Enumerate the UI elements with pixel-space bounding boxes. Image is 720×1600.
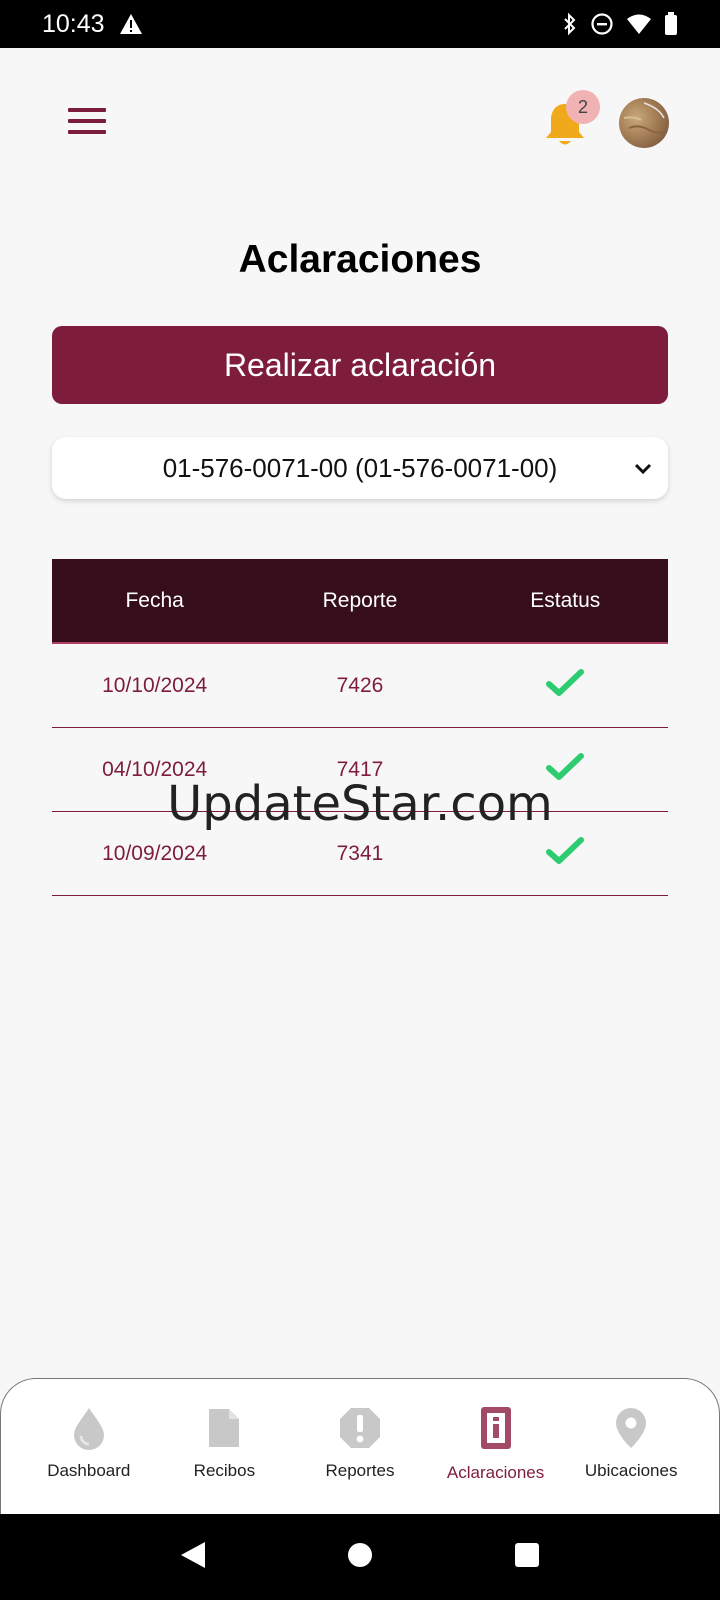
nav-label: Ubicaciones	[584, 1461, 678, 1480]
home-button[interactable]	[346, 1541, 374, 1574]
row-report: 7426	[336, 673, 384, 697]
nav-label: Aclaraciones	[446, 1463, 545, 1482]
battery-icon	[665, 12, 677, 35]
system-navigation-bar	[0, 1514, 720, 1600]
clarifications-table: Fecha Reporte Estatus 10/10/2024 7426 04…	[52, 559, 668, 896]
nav-label: Dashboard	[47, 1461, 131, 1480]
nav-label: Reportes	[325, 1461, 395, 1480]
recents-button[interactable]	[513, 1541, 541, 1574]
column-header-fecha: Fecha	[125, 588, 184, 612]
clock: 10:43	[42, 9, 105, 38]
home-icon	[347, 1542, 372, 1567]
nav-item-aclaraciones[interactable]: Aclaraciones	[433, 1379, 559, 1514]
account-select[interactable]: 01-576-0071-00 (01-576-0071-00)	[52, 437, 668, 499]
nav-item-dashboard[interactable]: Dashboard	[26, 1379, 152, 1514]
watermark-text: UpdateStar.com	[167, 776, 553, 832]
row-status	[463, 668, 668, 704]
column-header-reporte: Reporte	[322, 588, 398, 612]
table-header: Fecha Reporte Estatus	[52, 559, 668, 644]
status-bar: 10:43	[0, 0, 720, 48]
warning-icon	[119, 14, 142, 34]
account-select-value: 01-576-0071-00 (01-576-0071-00)	[162, 452, 558, 483]
table-row[interactable]: 10/10/2024 7426	[52, 644, 668, 728]
status-icons	[562, 12, 678, 36]
location-pin-icon	[614, 1405, 648, 1451]
status-left: 10:43	[42, 10, 143, 39]
drop-icon	[71, 1405, 107, 1451]
bottom-navigation: Dashboard Recibos Reportes Aclaraciones …	[0, 1378, 720, 1514]
column-header-estatus: Estatus	[530, 588, 601, 612]
create-clarification-button[interactable]: Realizar aclaración	[52, 326, 668, 404]
back-button[interactable]	[179, 1540, 207, 1575]
nav-label: Recibos	[193, 1461, 256, 1480]
wifi-icon	[627, 14, 651, 34]
menu-icon-line	[68, 130, 106, 134]
avatar-image	[623, 102, 666, 134]
nav-item-reportes[interactable]: Reportes	[297, 1379, 423, 1514]
back-icon	[181, 1541, 206, 1568]
page-title: Aclaraciones	[238, 238, 482, 281]
menu-icon-line	[68, 108, 106, 112]
nav-item-recibos[interactable]: Recibos	[161, 1379, 287, 1514]
menu-button[interactable]	[68, 108, 106, 136]
bluetooth-icon	[564, 12, 576, 36]
recents-icon	[514, 1542, 539, 1567]
nav-item-ubicaciones[interactable]: Ubicaciones	[568, 1379, 694, 1514]
row-status	[463, 836, 668, 872]
document-icon	[207, 1405, 241, 1451]
notification-badge: 2	[566, 90, 600, 124]
row-report: 7341	[336, 841, 384, 865]
info-icon	[480, 1405, 512, 1451]
check-icon	[546, 836, 585, 864]
alert-icon	[338, 1405, 382, 1451]
do-not-disturb-icon	[591, 13, 613, 35]
menu-icon-line	[68, 119, 106, 123]
chevron-down-icon	[634, 463, 652, 475]
row-date: 10/09/2024	[102, 841, 208, 865]
check-icon	[546, 668, 585, 696]
row-date: 10/10/2024	[102, 673, 208, 697]
avatar[interactable]	[619, 98, 669, 148]
